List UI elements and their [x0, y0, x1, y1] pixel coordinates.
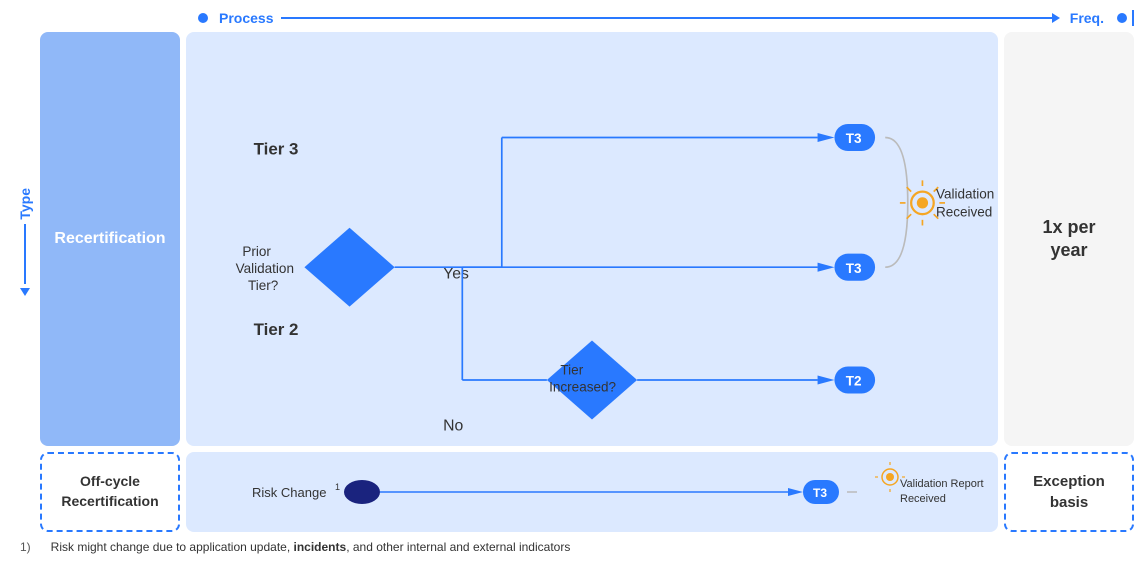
offcycle-row: Off-cycleRecertification Risk Change 1 [40, 452, 1134, 532]
process-arrow-head [1052, 13, 1060, 23]
arrow-t3-top [818, 133, 835, 142]
exception-label: Exceptionbasis [1033, 471, 1105, 513]
type-label: Type [17, 188, 33, 220]
arrow-t3-mid [818, 263, 835, 272]
freq-dot [1117, 13, 1127, 23]
footnote-number: 1) [20, 540, 31, 554]
arrow-t2 [818, 375, 835, 384]
t2-label: T2 [846, 374, 862, 389]
prior-validation-label1: Prior [242, 244, 271, 259]
main-container: Process Freq. Type Recertification [0, 0, 1144, 564]
risk-change-oval [344, 480, 380, 504]
offcycle-box: Off-cycleRecertification [40, 452, 180, 532]
freq-column: 1x peryear [1004, 32, 1134, 446]
validation-received-2: Received [936, 204, 992, 219]
footnote-text: Risk might change due to application upd… [51, 540, 571, 554]
t3-offcycle-label: T3 [813, 486, 827, 500]
tier3-text: Tier 3 [254, 139, 299, 158]
process-label: Process [219, 10, 273, 26]
offcycle-diagram: Risk Change 1 T3 [186, 452, 998, 532]
tier-increased-label1: Tier [560, 362, 583, 377]
process-start-dot [198, 13, 208, 23]
validation-report-2: Received [900, 493, 946, 505]
no-label: No [443, 418, 463, 435]
sun-center [917, 197, 928, 208]
process-area: Tier 3 Tier 2 Yes No Prior Validation Ti… [186, 32, 998, 446]
process-arrow-line [281, 17, 1051, 19]
risk-change-superscript: 1 [335, 482, 340, 492]
freq-label: Freq. [1070, 10, 1104, 26]
type-arrow-head [20, 288, 30, 296]
recert-box: Recertification [40, 32, 180, 446]
main-content: Type Recertification Tier 3 Tier 2 [10, 32, 1134, 532]
sections: Recertification Tier 3 Tier 2 Yes No [40, 32, 1134, 532]
t3-label-top: T3 [846, 131, 862, 146]
tier-increased-label2: Increased? [549, 379, 616, 394]
prior-validation-label3: Tier? [248, 278, 279, 293]
prior-validation-diamond [304, 228, 394, 307]
footer-note: 1) Risk might change due to application … [10, 540, 1134, 554]
validation-received-1: Validation [936, 186, 994, 201]
tier2-text: Tier 2 [254, 320, 299, 339]
risk-change-label: Risk Change [252, 485, 326, 500]
process-diagram: Tier 3 Tier 2 Yes No Prior Validation Ti… [186, 32, 998, 446]
sun-offcycle-center [886, 473, 894, 481]
offcycle-arrow [788, 488, 803, 496]
freq-value: 1x peryear [1042, 216, 1095, 263]
freq-line [1132, 10, 1134, 26]
prior-validation-label2: Validation [236, 261, 294, 276]
type-arrow-line [24, 224, 26, 284]
recert-label: Recertification [54, 230, 165, 248]
offcycle-label: Off-cycleRecertification [61, 472, 158, 511]
exception-box: Exceptionbasis [1004, 452, 1134, 532]
recert-row: Recertification Tier 3 Tier 2 Yes No [40, 32, 1134, 446]
header-row: Process Freq. [195, 10, 1134, 26]
offcycle-process: Risk Change 1 T3 [186, 452, 998, 532]
validation-report-1: Validation Report [900, 478, 984, 490]
type-column: Type [10, 32, 40, 532]
t3-label-mid: T3 [846, 261, 862, 276]
